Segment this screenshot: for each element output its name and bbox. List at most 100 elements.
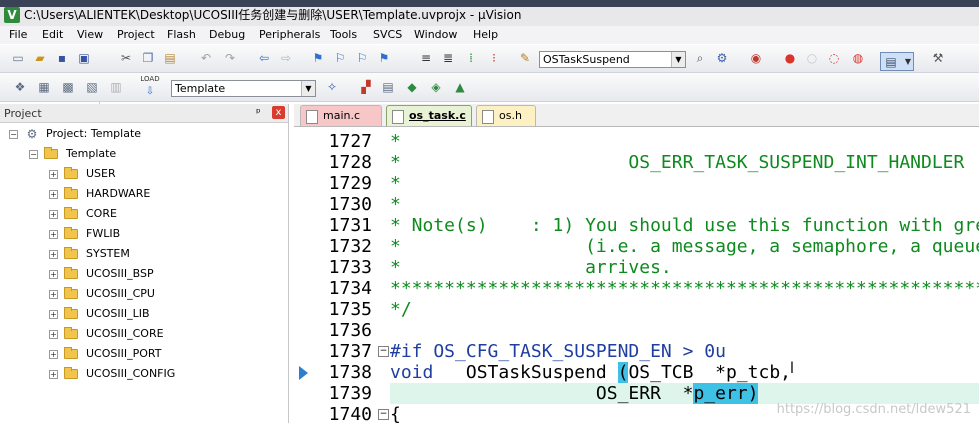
collapse-icon[interactable]: − [9,130,18,139]
incremental-find-icon[interactable]: ⚙ [714,50,730,66]
menu-view[interactable]: View [77,28,103,42]
unindent-icon[interactable]: ≣ [440,50,456,66]
redo-icon[interactable]: ↷ [222,50,238,66]
expand-icon[interactable]: + [49,190,58,199]
tree-group-item[interactable]: + UCOSIII_CPU [0,285,288,303]
paste-icon[interactable]: ▤ [162,50,178,66]
close-icon[interactable]: x [272,106,285,119]
tree-group-item[interactable]: + SYSTEM [0,245,288,263]
manage-project-items-icon[interactable]: ▞ [358,79,374,95]
collapse-icon[interactable]: − [29,150,38,159]
menu-debug[interactable]: Debug [209,28,245,42]
tab-os-h[interactable]: os.h [476,105,536,126]
navigate-forward-icon[interactable]: ⇨ [278,50,294,66]
file-extensions-icon[interactable]: ▤ [380,79,396,95]
undo-icon[interactable]: ↶ [198,50,214,66]
pin-icon[interactable]: ᵖ [256,106,261,119]
tab-main-c[interactable]: main.c [300,105,382,126]
indent-icon[interactable]: ≡ [418,50,434,66]
select-packs-icon[interactable]: ◆ [404,79,420,95]
expand-icon[interactable]: + [49,270,58,279]
rebuild-icon[interactable]: ▩ [60,79,76,95]
tree-group-item[interactable]: + UCOSIII_LIB [0,305,288,323]
code-line[interactable]: ****************************************… [390,278,979,299]
code-line[interactable]: * [390,131,979,152]
code-line[interactable]: * arrives. [390,257,979,278]
tree-group-item[interactable]: + USER [0,165,288,183]
target-options-icon[interactable]: ✧ [324,79,340,95]
expand-icon[interactable]: + [49,170,58,179]
find-combo[interactable]: OSTaskSuspend ▼ [539,51,686,68]
copy-icon[interactable]: ❐ [140,50,156,66]
find-icon[interactable]: ⌕ [692,50,708,66]
pack-installer-icon[interactable]: ▲ [452,79,468,95]
uncomment-icon[interactable]: ⁝ [486,50,502,66]
expand-icon[interactable]: + [49,370,58,379]
code-line[interactable]: void OSTaskSuspend (OS_TCB *p_tcb, [390,362,979,383]
bookmark-clear-icon[interactable]: ⚑ [376,50,392,66]
navigate-back-icon[interactable]: ⇦ [256,50,272,66]
download-icon[interactable]: ⇩ [142,84,158,100]
bookmark-next-icon[interactable]: ⚐ [354,50,370,66]
debug-session-icon[interactable]: ◉ [748,50,764,66]
expand-icon[interactable]: + [49,230,58,239]
find-in-files-icon[interactable]: ✎ [517,50,533,66]
expand-icon[interactable]: + [49,250,58,259]
tree-group-item[interactable]: + UCOSIII_CORE [0,325,288,343]
wrench-icon[interactable]: ⚒ [930,50,946,66]
code-line[interactable]: #if OS_CFG_TASK_SUSPEND_EN > 0u [390,341,979,362]
new-file-icon[interactable]: ▭ [10,50,26,66]
code-line[interactable]: * [390,194,979,215]
target-combo[interactable]: Template ▼ [171,80,316,97]
translate-icon[interactable]: ❖ [12,79,28,95]
code-line[interactable]: * Note(s) : 1) You should use this funct… [390,215,979,236]
build-icon[interactable]: ▦ [36,79,52,95]
tree-root-project[interactable]: − ⚙ Project: Template [0,125,288,143]
batch-build-icon[interactable]: ▧ [84,79,100,95]
menu-edit[interactable]: Edit [42,28,63,42]
open-folder-icon[interactable]: ▰ [32,50,48,66]
tree-group-item[interactable]: + UCOSIII_PORT [0,345,288,363]
chevron-down-icon[interactable]: ▼ [301,81,315,96]
menu-window[interactable]: Window [414,28,457,42]
code-line[interactable]: OS_ERR *p_err) [390,383,979,404]
expand-icon[interactable]: + [49,330,58,339]
save-all-icon[interactable]: ▣ [76,50,92,66]
menu-file[interactable]: File [9,28,27,42]
menu-help[interactable]: Help [473,28,498,42]
expand-icon[interactable]: + [49,350,58,359]
uvision-app-icon[interactable]: V [4,7,20,23]
insert-breakpoint-icon[interactable]: ● [782,50,798,66]
menu-tools[interactable]: Tools [330,28,357,42]
tree-group-item[interactable]: + UCOSIII_BSP [0,265,288,283]
menu-peripherals[interactable]: Peripherals [259,28,320,42]
expand-icon[interactable]: + [49,290,58,299]
configure-windows-button[interactable]: ▤ ▼ [880,52,914,71]
menu-project[interactable]: Project [117,28,155,42]
comment-icon[interactable]: ⁞ [463,50,479,66]
menu-svcs[interactable]: SVCS [373,28,402,42]
cut-icon[interactable]: ✂ [118,50,134,66]
enable-breakpoint-icon[interactable]: ○ [804,50,820,66]
manage-rte-icon[interactable]: ◈ [428,79,444,95]
save-icon[interactable]: ▪ [54,50,70,66]
tree-group-item[interactable]: + CORE [0,205,288,223]
tree-target[interactable]: − Template [0,145,288,163]
expand-icon[interactable]: + [49,310,58,319]
chevron-down-icon[interactable]: ▼ [671,52,685,67]
code-line[interactable]: * [390,173,979,194]
expand-icon[interactable]: + [49,210,58,219]
code-line[interactable]: * OS_ERR_TASK_SUSPEND_INT_HANDLER [390,152,979,173]
bookmark-prev-icon[interactable]: ⚐ [332,50,348,66]
menu-flash[interactable]: Flash [167,28,196,42]
tab-os-task-c[interactable]: os_task.c [386,105,472,126]
code-line[interactable]: */ [390,299,979,320]
code-line[interactable]: * (i.e. a message, a semaphore, a queue … [390,236,979,257]
tree-group-item[interactable]: + HARDWARE [0,185,288,203]
kill-breakpoints-icon[interactable]: ◍ [850,50,866,66]
fold-collapse-icon[interactable]: − [378,346,389,357]
disable-breakpoints-icon[interactable]: ◌ [826,50,842,66]
tree-group-item[interactable]: + UCOSIII_CONFIG [0,365,288,383]
stop-build-icon[interactable]: ▥ [108,79,124,95]
fold-collapse-icon[interactable]: − [378,409,389,420]
